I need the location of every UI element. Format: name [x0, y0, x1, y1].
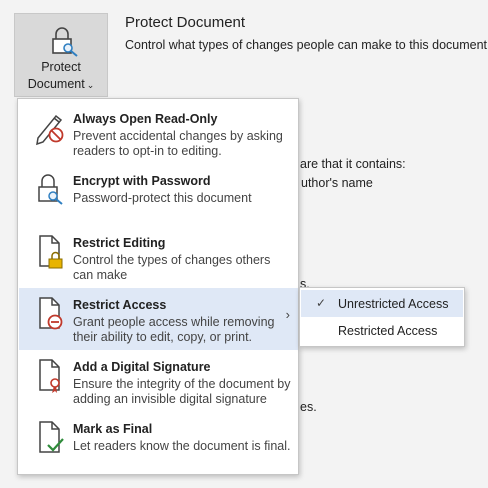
check-icon: ✓	[316, 296, 327, 310]
menu-item-restrict-access[interactable]: Restrict Access Grant people access whil…	[19, 288, 298, 350]
menu-item-title: Restrict Editing	[73, 236, 166, 250]
restrict-access-submenu: ✓ Unrestricted Access Restricted Access	[299, 287, 465, 347]
menu-item-title: Mark as Final	[73, 422, 153, 436]
section-subtitle: Control what types of changes people can…	[125, 38, 488, 52]
protect-document-button[interactable]: Protect Document ⌄	[14, 13, 108, 97]
document-lock-icon	[39, 235, 63, 269]
menu-item-restrict-editing[interactable]: Restrict Editing Control the types of ch…	[19, 226, 298, 288]
menu-item-description: Prevent accidental changes by asking rea…	[73, 129, 283, 158]
menu-item-title: Restrict Access	[73, 298, 167, 312]
section-title: Protect Document	[125, 14, 246, 31]
protect-document-menu: Always Open Read-Only Prevent accidental…	[17, 98, 299, 475]
menu-item-mark-as-final[interactable]: Mark as Final Let readers know the docum…	[19, 412, 298, 474]
document-check-icon	[39, 421, 64, 453]
menu-item-description: Grant people access while removing their…	[73, 315, 275, 344]
menu-item-title: Always Open Read-Only	[73, 112, 218, 126]
submenu-item-label: Unrestricted Access	[338, 297, 449, 311]
submenu-item-restricted-access[interactable]: Restricted Access	[301, 317, 463, 344]
menu-item-title: Encrypt with Password	[73, 174, 211, 188]
menu-item-add-digital-signature[interactable]: Add a Digital Signature Ensure the integ…	[19, 350, 298, 412]
chevron-down-icon: ⌄	[86, 80, 95, 90]
menu-item-description: Password-protect this document	[73, 191, 252, 205]
lock-key-icon	[52, 27, 78, 57]
submenu-item-label: Restricted Access	[338, 324, 438, 338]
menu-item-title: Add a Digital Signature	[73, 360, 211, 374]
menu-item-always-open-read-only[interactable]: Always Open Read-Only Prevent accidental…	[19, 102, 298, 164]
background-text: are that it contains:	[300, 157, 406, 171]
menu-item-description: Ensure the integrity of the document by …	[73, 377, 291, 406]
menu-item-description: Control the types of changes others can …	[73, 253, 271, 282]
protect-button-label: Protect Document ⌄	[27, 60, 95, 91]
document-ribbon-icon	[39, 359, 60, 393]
background-text: es.	[300, 400, 317, 414]
chevron-right-icon: ›	[285, 307, 290, 322]
menu-item-description: Let readers know the document is final.	[73, 439, 291, 453]
pencil-prohibited-icon	[36, 114, 64, 146]
lock-key-icon	[38, 174, 63, 205]
submenu-item-unrestricted-access[interactable]: ✓ Unrestricted Access	[301, 290, 463, 317]
background-text: uthor's name	[301, 176, 373, 190]
menu-item-encrypt-with-password[interactable]: Encrypt with Password Password-protect t…	[19, 164, 298, 226]
document-restricted-icon	[39, 297, 63, 330]
